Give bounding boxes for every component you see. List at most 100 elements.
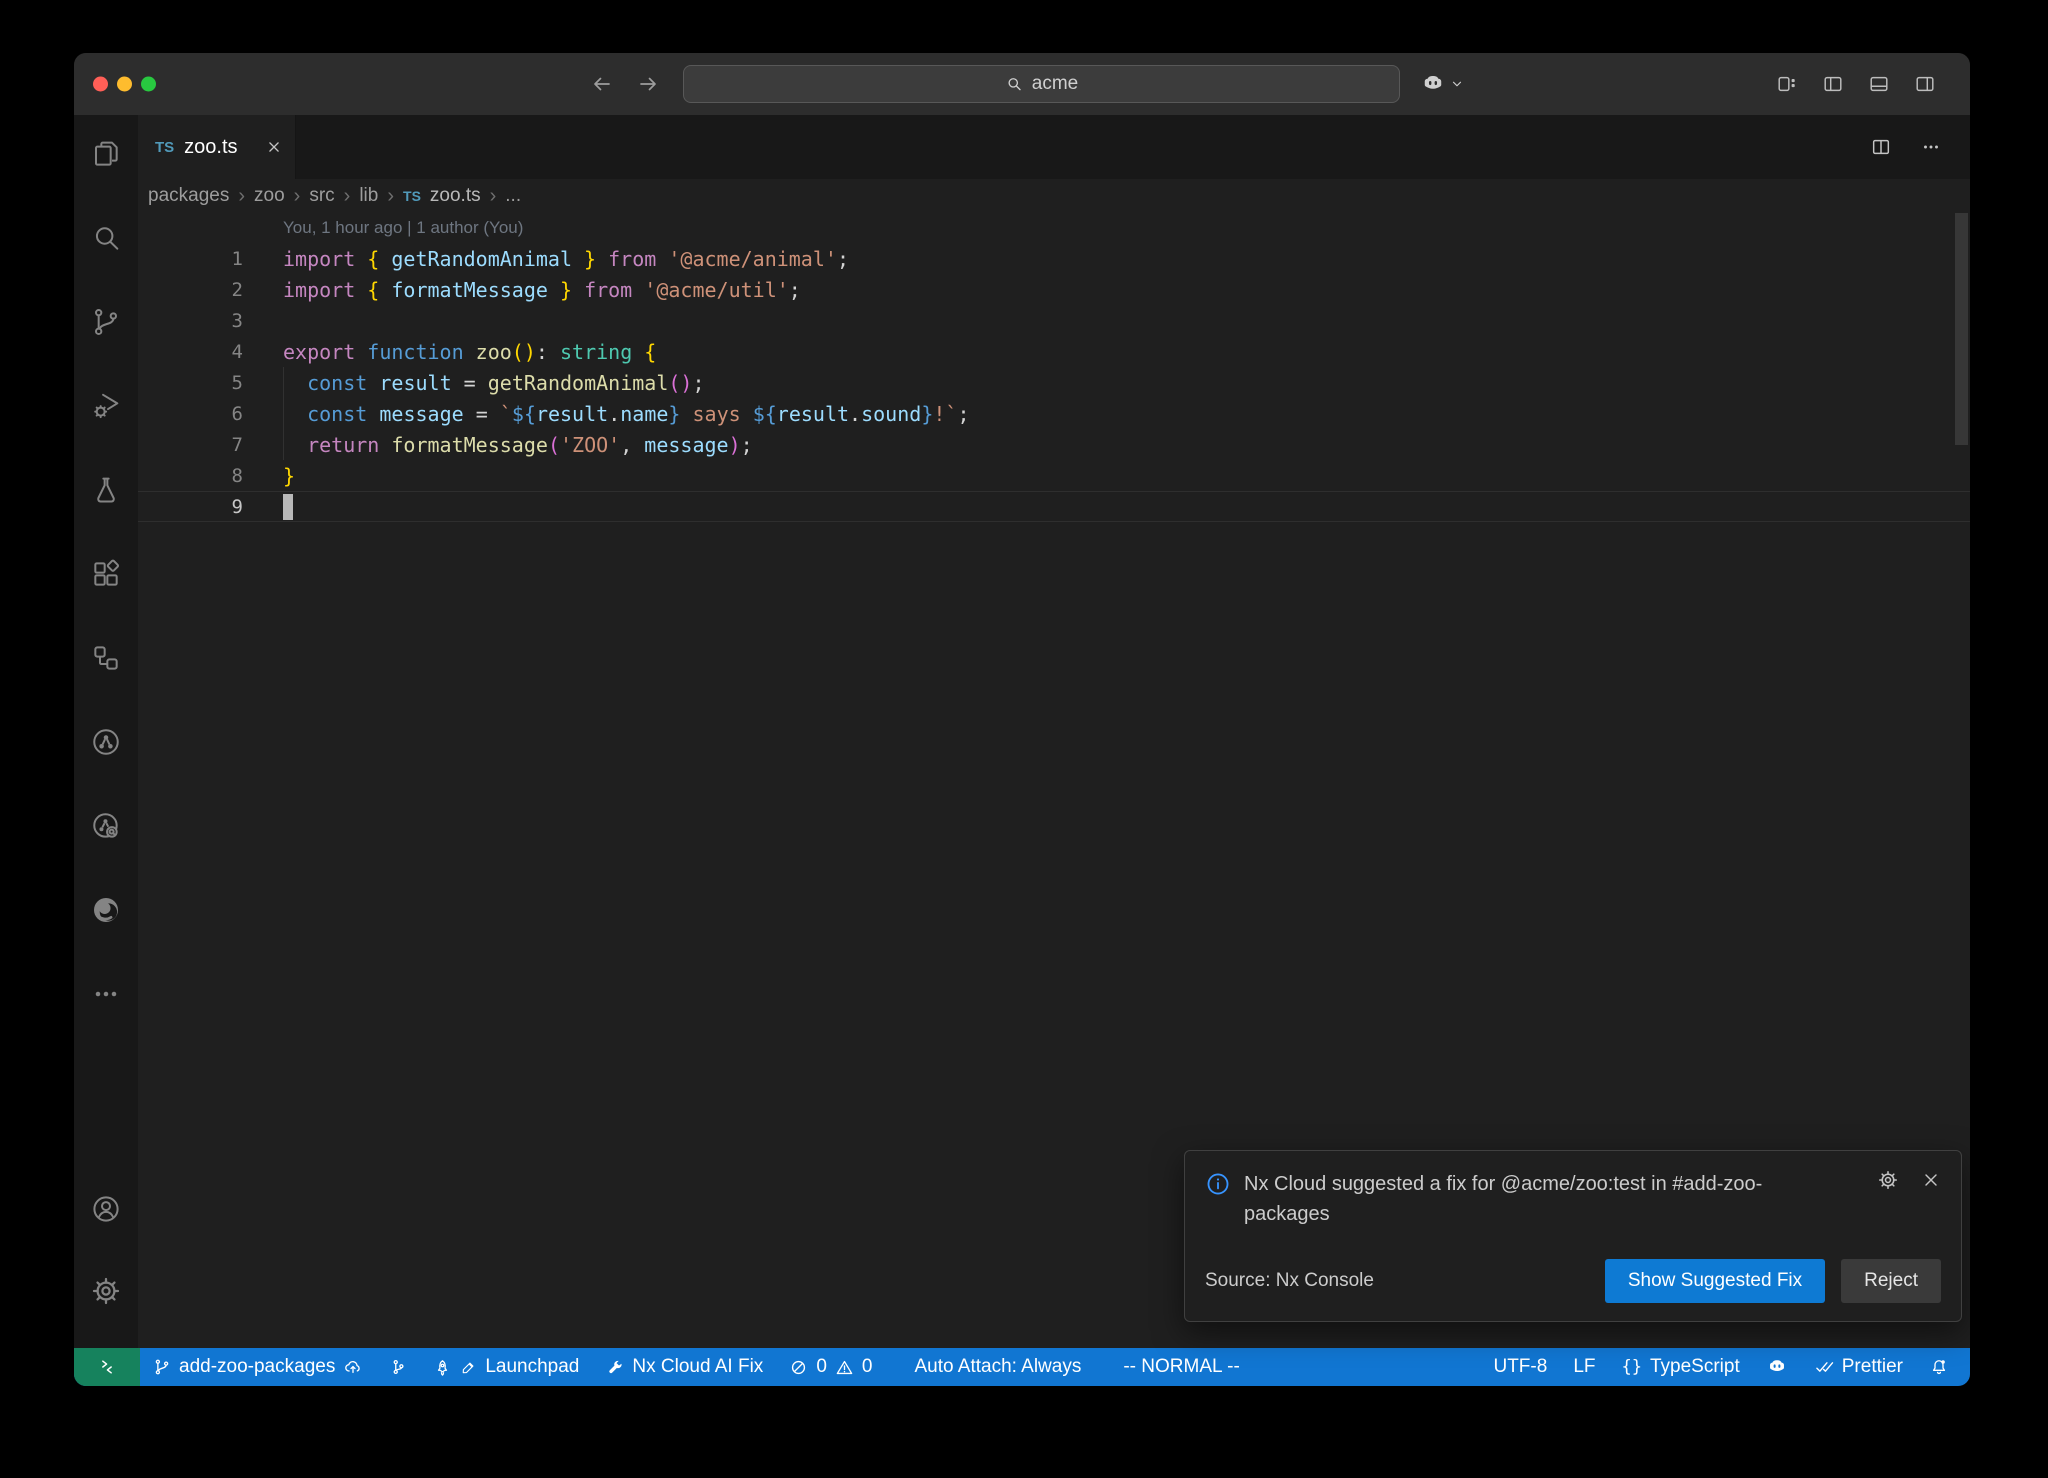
status-bar-right: UTF-8 LF {} TypeScript Prettier: [1480, 1348, 1970, 1386]
code-line-9[interactable]: 9: [138, 491, 1970, 522]
accounts-button[interactable]: [89, 1192, 123, 1226]
remote-indicator-button[interactable]: [74, 1348, 140, 1386]
tab-bar: TS zoo.ts: [138, 115, 1970, 179]
toast-settings-button[interactable]: [1877, 1169, 1899, 1191]
show-suggested-fix-button[interactable]: Show Suggested Fix: [1605, 1259, 1825, 1303]
editor-scrollbar[interactable]: [1955, 213, 1968, 445]
breadcrumb-item[interactable]: src: [309, 185, 334, 207]
copilot-status[interactable]: [1753, 1348, 1801, 1386]
code-lines: 1import { getRandomAnimal } from '@acme/…: [138, 243, 1970, 522]
breadcrumb-item-more[interactable]: ...: [505, 185, 521, 207]
code-line-6[interactable]: 6 const message = `${result.name} says $…: [138, 398, 1970, 429]
vim-mode-label: -- NORMAL --: [1123, 1356, 1239, 1378]
code-line-5[interactable]: 5 const result = getRandomAnimal();: [138, 367, 1970, 398]
minimize-window-button[interactable]: [117, 77, 132, 92]
search-value: acme: [1032, 73, 1078, 95]
breadcrumb-item-file[interactable]: zoo.ts: [430, 185, 481, 207]
activity-explorer-button[interactable]: [89, 137, 123, 171]
activity-extensions-button[interactable]: [89, 557, 123, 591]
code-line-2[interactable]: 2import { formatMessage } from '@acme/ut…: [138, 274, 1970, 305]
arrow-right-icon: [636, 72, 660, 96]
code-text: const result = getRandomAnimal();: [283, 371, 705, 395]
toggle-primary-sidebar-button[interactable]: [1822, 73, 1844, 95]
toggle-secondary-sidebar-button[interactable]: [1914, 73, 1936, 95]
code-line-1[interactable]: 1import { getRandomAnimal } from '@acme/…: [138, 243, 1970, 274]
activity-more-views-button[interactable]: [89, 977, 123, 1011]
ellipsis-icon: [1920, 136, 1942, 158]
maximize-window-button[interactable]: [141, 77, 156, 92]
gear-icon: [1877, 1169, 1899, 1191]
gear-icon: [90, 1275, 122, 1307]
activity-testing-button[interactable]: [89, 473, 123, 507]
typescript-file-icon: TS: [403, 188, 421, 204]
breadcrumb-separator: ›: [490, 185, 497, 208]
layout-controls: [1776, 53, 1936, 115]
vim-mode-status[interactable]: -- NORMAL --: [1110, 1348, 1252, 1386]
source-control-graph-status[interactable]: [376, 1348, 420, 1386]
account-icon: [90, 1193, 122, 1225]
toast-source: Source: Nx Console: [1205, 1270, 1374, 1292]
indent-guide: [283, 367, 284, 460]
error-circle-slash-icon: [789, 1358, 808, 1377]
back-button[interactable]: [590, 72, 614, 96]
command-center-search[interactable]: acme: [683, 65, 1400, 103]
notifications-bell-button[interactable]: [1916, 1348, 1962, 1386]
code-text: export function zoo(): string {: [283, 340, 656, 364]
branch-name: add-zoo-packages: [179, 1356, 335, 1378]
customize-layout-button[interactable]: [1776, 73, 1798, 95]
code-text: return formatMessage('ZOO', message);: [283, 433, 753, 457]
line-number: 7: [138, 434, 243, 456]
code-line-3[interactable]: 3: [138, 305, 1970, 336]
reject-button[interactable]: Reject: [1841, 1259, 1941, 1303]
tab-zoo-ts[interactable]: TS zoo.ts: [138, 115, 296, 179]
editor-actions: [1870, 115, 1970, 179]
close-tab-button[interactable]: [265, 138, 283, 156]
activity-nx-console-button[interactable]: [89, 725, 123, 759]
breadcrumb-item[interactable]: packages: [148, 185, 229, 207]
language-mode-status[interactable]: {} TypeScript: [1609, 1348, 1753, 1386]
typescript-file-icon: TS: [155, 139, 174, 156]
split-editor-button[interactable]: [1870, 136, 1892, 158]
problems-status[interactable]: 0 0: [776, 1348, 885, 1386]
activity-source-control-button[interactable]: [89, 305, 123, 339]
nx-console-icon: [90, 726, 122, 758]
code-line-8[interactable]: 8}: [138, 460, 1970, 491]
activity-search-button[interactable]: [89, 221, 123, 255]
launchpad-status[interactable]: Launchpad: [420, 1348, 592, 1386]
line-number: 2: [138, 279, 243, 301]
breadcrumb: packages › zoo › src › lib › TS zoo.ts ›…: [138, 179, 1970, 213]
extensions-icon: [90, 558, 122, 590]
git-branch-status[interactable]: add-zoo-packages: [140, 1348, 376, 1386]
toast-close-button[interactable]: [1921, 1170, 1941, 1190]
auto-attach-status[interactable]: Auto Attach: Always: [901, 1348, 1094, 1386]
toast-header: Nx Cloud suggested a fix for @acme/zoo:t…: [1205, 1169, 1941, 1229]
toast-footer: Source: Nx Console Show Suggested Fix Re…: [1205, 1259, 1941, 1303]
error-count: 0: [816, 1356, 827, 1378]
code-line-4[interactable]: 4export function zoo(): string {: [138, 336, 1970, 367]
activity-run-debug-button[interactable]: [89, 389, 123, 423]
copilot-menu[interactable]: [1420, 53, 1464, 115]
activity-nx-cloud-button[interactable]: [89, 809, 123, 843]
copilot-icon: [1420, 71, 1446, 97]
close-window-button[interactable]: [93, 77, 108, 92]
breadcrumb-item[interactable]: lib: [359, 185, 378, 207]
forward-button[interactable]: [636, 72, 660, 96]
encoding-status[interactable]: UTF-8: [1480, 1348, 1560, 1386]
more-actions-button[interactable]: [1920, 136, 1942, 158]
formatter-status[interactable]: Prettier: [1801, 1348, 1916, 1386]
remote-icon: [97, 1357, 117, 1377]
activity-bar-top: [89, 137, 123, 1011]
toggle-panel-button[interactable]: [1868, 73, 1890, 95]
eol-status[interactable]: LF: [1560, 1348, 1608, 1386]
code-line-7[interactable]: 7 return formatMessage('ZOO', message);: [138, 429, 1970, 460]
breadcrumb-item[interactable]: zoo: [254, 185, 285, 207]
panel-bottom-icon: [1868, 73, 1890, 95]
breadcrumb-separator: ›: [294, 185, 301, 208]
settings-button[interactable]: [89, 1274, 123, 1308]
activity-project-graph-button[interactable]: [89, 641, 123, 675]
search-icon: [90, 222, 122, 254]
auto-attach-label: Auto Attach: Always: [914, 1356, 1081, 1378]
activity-edge-tools-button[interactable]: [89, 893, 123, 927]
nx-cloud-ai-fix-status[interactable]: Nx Cloud AI Fix: [592, 1348, 776, 1386]
notification-toast: Nx Cloud suggested a fix for @acme/zoo:t…: [1184, 1150, 1962, 1322]
